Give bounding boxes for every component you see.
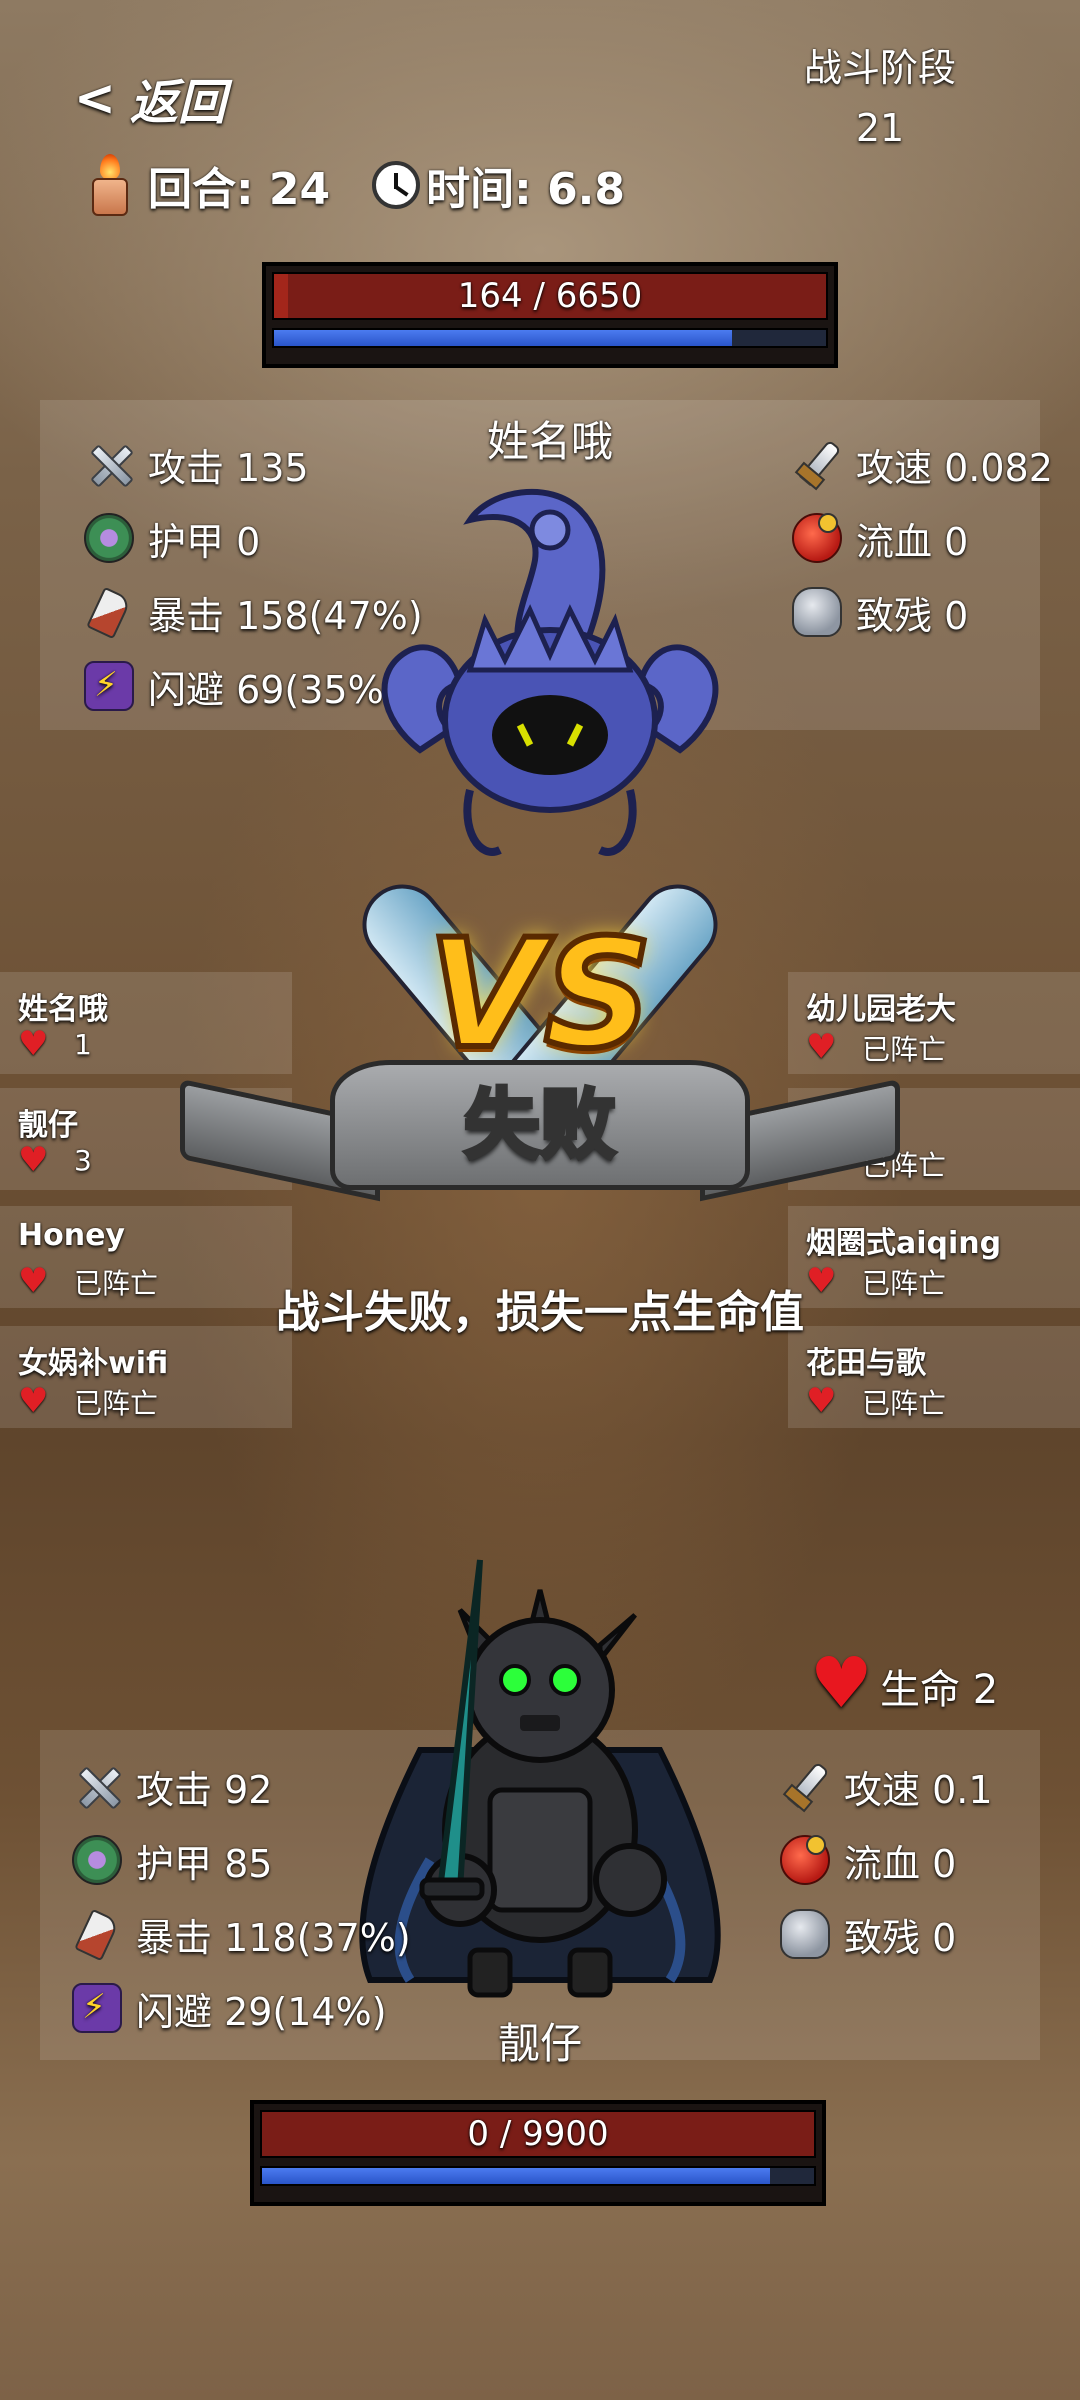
player-stat-attack: 攻击 92 bbox=[72, 1756, 272, 1816]
clock-icon bbox=[372, 161, 421, 209]
attack-speed-icon bbox=[780, 1761, 830, 1811]
player-health-bar: 0 / 9900 bbox=[250, 2100, 826, 2206]
roster-right-item: 花田与歌 已阵亡 bbox=[788, 1326, 1080, 1428]
dodge-icon bbox=[72, 1983, 122, 2033]
candle-icon bbox=[88, 154, 132, 216]
result-text: 失败 bbox=[462, 1078, 618, 1171]
battle-stage: 战斗阶段 21 bbox=[780, 38, 980, 158]
time-label: 时间: 6.8 bbox=[426, 164, 626, 215]
bleed-icon bbox=[780, 1835, 830, 1885]
defeat-message: 战斗失败，损失一点生命值 bbox=[276, 1287, 804, 1338]
attack-speed-icon bbox=[792, 439, 842, 489]
player-stat-dodge: 闪避 29(14%) bbox=[72, 1978, 387, 2038]
player-hp-text: 0 / 9900 bbox=[467, 2114, 609, 2154]
back-button[interactable]: < 返回 bbox=[74, 68, 226, 131]
stage-value: 21 bbox=[855, 106, 905, 150]
heart-icon bbox=[806, 1381, 836, 1421]
roster-left-item: 姓名哦 1 bbox=[0, 972, 292, 1074]
enemy-health-bar: 164 / 6650 bbox=[262, 262, 838, 368]
player-stat-armor: 护甲 85 bbox=[72, 1830, 272, 1890]
heart-icon bbox=[18, 1381, 48, 1421]
enemy-energy-fill bbox=[274, 330, 733, 346]
heart-icon bbox=[810, 1642, 873, 1724]
chevron-left-icon: < bbox=[74, 69, 116, 127]
bleed-icon bbox=[792, 513, 842, 563]
roster-left-item: 女娲补wifi 已阵亡 bbox=[0, 1326, 292, 1428]
player-life: 生命 2 bbox=[810, 1642, 998, 1724]
player-energy-fill bbox=[262, 2168, 770, 2184]
enemy-stat-attack: 攻击 135 bbox=[84, 434, 309, 494]
vs-text: VS bbox=[425, 905, 655, 1085]
player-stat-crit: 暴击 118(37%) bbox=[72, 1904, 411, 1964]
maim-icon bbox=[780, 1909, 830, 1959]
result-banner: 失败 bbox=[180, 1060, 900, 1202]
sword-icon bbox=[72, 1761, 122, 1811]
stage-label: 战斗阶段 bbox=[803, 46, 956, 90]
scorpion-enemy-sprite bbox=[381, 488, 719, 856]
dodge-icon bbox=[84, 661, 134, 711]
roster-right-item: 幼儿园老大 已阵亡 bbox=[788, 972, 1080, 1074]
round-time-row: 回合: 24 时间: 6.8 bbox=[88, 150, 625, 220]
crit-icon bbox=[72, 1909, 122, 1959]
heart-icon bbox=[806, 1027, 836, 1067]
enemy-stat-dodge: 闪避 69(35%) bbox=[84, 656, 399, 716]
player-stat-maim: 致残 0 bbox=[780, 1904, 956, 1964]
enemy-stat-armor: 护甲 0 bbox=[84, 508, 260, 568]
enemy-stat-bleed: 流血 0 bbox=[792, 508, 968, 568]
player-stat-bleed: 流血 0 bbox=[780, 1830, 956, 1890]
maim-icon bbox=[792, 587, 842, 637]
enemy-stat-maim: 致残 0 bbox=[792, 582, 968, 642]
armor-icon bbox=[72, 1835, 122, 1885]
heart-icon bbox=[18, 1024, 48, 1064]
enemy-hp-text: 164 / 6650 bbox=[457, 276, 643, 316]
player-stat-attack-speed: 攻速 0.1 bbox=[780, 1756, 993, 1816]
enemy-name: 姓名哦 bbox=[486, 417, 613, 466]
armor-icon bbox=[84, 513, 134, 563]
sword-icon bbox=[84, 439, 134, 489]
enemy-stat-attack-speed: 攻速 0.082 bbox=[792, 434, 1053, 494]
enemy-hp-fill bbox=[274, 274, 288, 318]
crit-icon bbox=[84, 587, 134, 637]
back-label: 返回 bbox=[129, 75, 226, 131]
heart-icon bbox=[18, 1140, 48, 1180]
round-label: 回合: 24 bbox=[148, 164, 331, 215]
player-name: 靓仔 bbox=[497, 2019, 582, 2068]
